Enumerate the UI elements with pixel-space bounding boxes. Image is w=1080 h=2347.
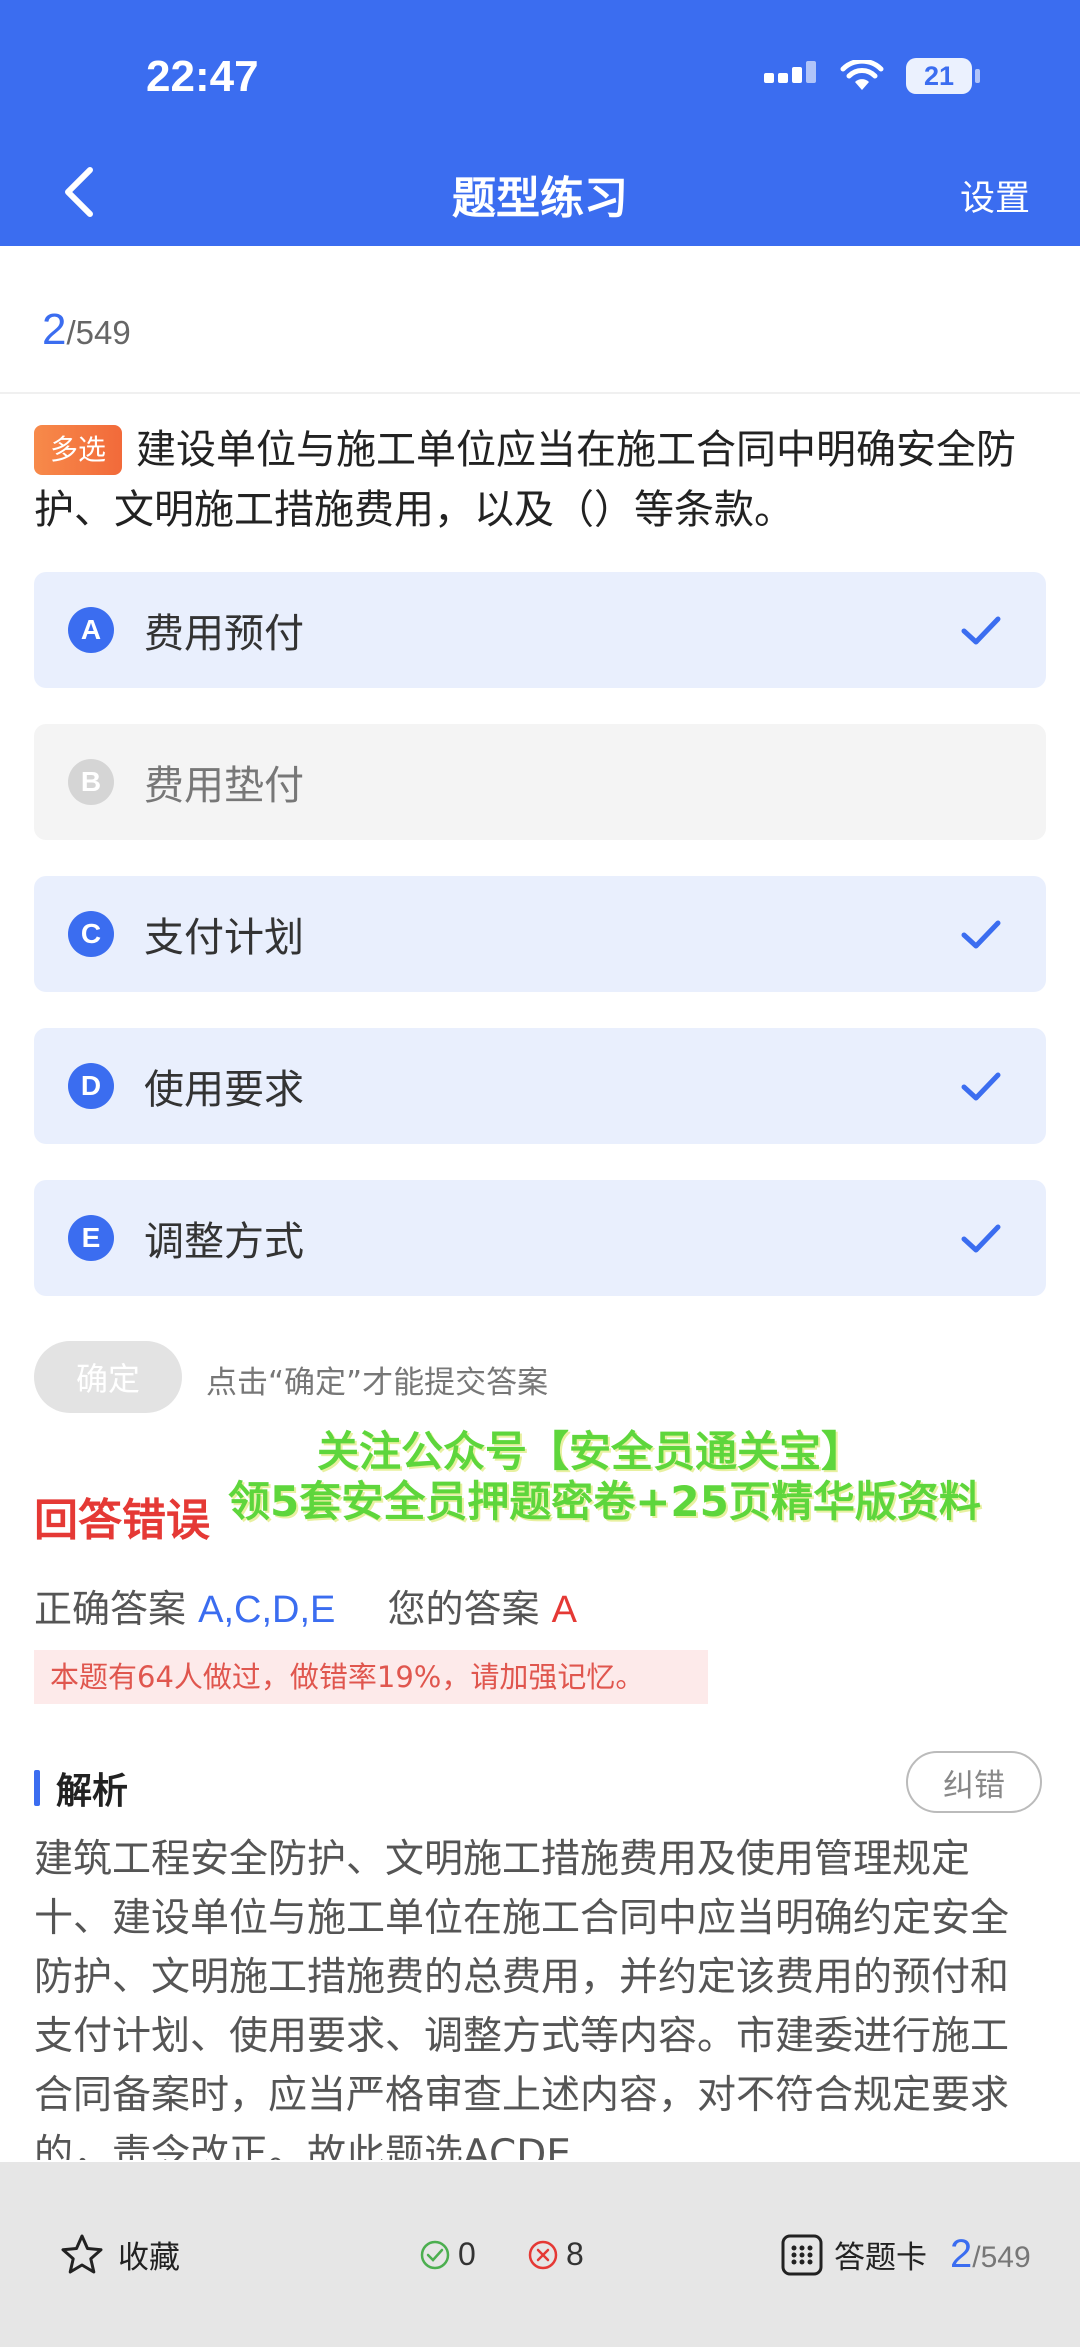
question-type-badge: 多选	[34, 425, 123, 475]
option-text: 支付计划	[144, 915, 304, 961]
check-icon	[961, 920, 1001, 949]
favorite-label: 收藏	[118, 2240, 180, 2276]
correct-count: 0	[420, 2236, 476, 2273]
correct-answer-label: 正确答案	[34, 1587, 187, 1631]
top-header: 22:47 21 题型练习 设置	[0, 0, 1080, 246]
wrong-count: 8	[528, 2236, 584, 2273]
confirm-hint: 点击“确定”才能提交答案	[206, 1365, 549, 1401]
answer-summary: 正确答案 A,C,D,E 您的答案 A	[34, 1578, 577, 1633]
favorite-button[interactable]: 收藏	[60, 2232, 180, 2277]
check-icon	[961, 1224, 1001, 1253]
analysis-text: 建筑工程安全防护、文明施工措施费用及使用管理规定十、建设单位与施工单位在施工合同…	[34, 1837, 1010, 2160]
option-letter: C	[68, 911, 114, 957]
signal-icon	[764, 61, 816, 83]
battery-level: 21	[906, 58, 972, 94]
option-text: 使用要求	[144, 1067, 304, 1113]
battery-indicator: 21	[906, 58, 980, 94]
page-title: 题型练习	[452, 173, 628, 224]
check-icon	[961, 1072, 1001, 1101]
analysis-heading: 解析	[34, 1762, 128, 1814]
correct-count-value: 0	[458, 2236, 476, 2272]
x-circle-icon	[528, 2240, 558, 2269]
option-letter: A	[68, 607, 114, 653]
option-e[interactable]: E 调整方式	[34, 1180, 1046, 1296]
status-time: 22:47	[146, 52, 259, 101]
star-icon	[61, 2234, 103, 2273]
wifi-icon	[840, 60, 884, 90]
option-b[interactable]: B 费用垫付	[34, 724, 1046, 840]
battery-tip	[975, 69, 980, 83]
correct-answer-value: A,C,D,E	[198, 1589, 336, 1631]
question-stem: 多选 建设单位与施工单位应当在施工合同中明确安全防护、文明施工措施费用，以及（）等…	[34, 420, 1044, 540]
status-icons: 21	[764, 58, 980, 94]
bottom-current-number: 2	[950, 2232, 973, 2276]
answer-card-button[interactable]: 答题卡	[780, 2232, 927, 2277]
option-a[interactable]: A 费用预付	[34, 572, 1046, 688]
option-text: 调整方式	[144, 1219, 304, 1265]
bottom-question-counter: 2/549	[950, 2232, 1031, 2277]
answer-status: 回答错误	[34, 1495, 210, 1546]
option-c[interactable]: C 支付计划	[34, 876, 1046, 992]
option-text: 费用预付	[144, 611, 304, 657]
answer-card-icon	[781, 2234, 823, 2275]
option-letter: E	[68, 1215, 114, 1261]
your-answer-label: 您的答案	[387, 1587, 540, 1631]
divider	[0, 392, 1080, 394]
option-letter: B	[68, 759, 114, 805]
option-d[interactable]: D 使用要求	[34, 1028, 1046, 1144]
wrong-count-value: 8	[566, 2236, 584, 2272]
option-text: 费用垫付	[144, 763, 304, 809]
settings-button[interactable]: 设置	[960, 170, 1030, 221]
error-rate-notice: 本题有64人做过，做错率19%，请加强记忆。	[34, 1650, 708, 1704]
bottom-total: /549	[972, 2241, 1031, 2274]
promo-line-2: 领5套安全员押题密卷+25页精华版资料	[228, 1477, 981, 1526]
check-icon	[961, 616, 1001, 645]
total-questions: /549	[66, 314, 131, 351]
check-circle-icon	[420, 2240, 450, 2269]
current-question-number: 2	[42, 305, 67, 354]
your-answer-value: A	[551, 1589, 578, 1631]
answer-card-label: 答题卡	[834, 2240, 927, 2276]
question-counter: 2/549	[42, 305, 131, 355]
option-letter: D	[68, 1063, 114, 1109]
report-error-button[interactable]: 纠错	[906, 1751, 1042, 1813]
question-text: 建设单位与施工单位应当在施工合同中明确安全防护、文明施工措施费用，以及（）等条款…	[34, 427, 1017, 533]
confirm-button[interactable]: 确定	[34, 1341, 182, 1413]
